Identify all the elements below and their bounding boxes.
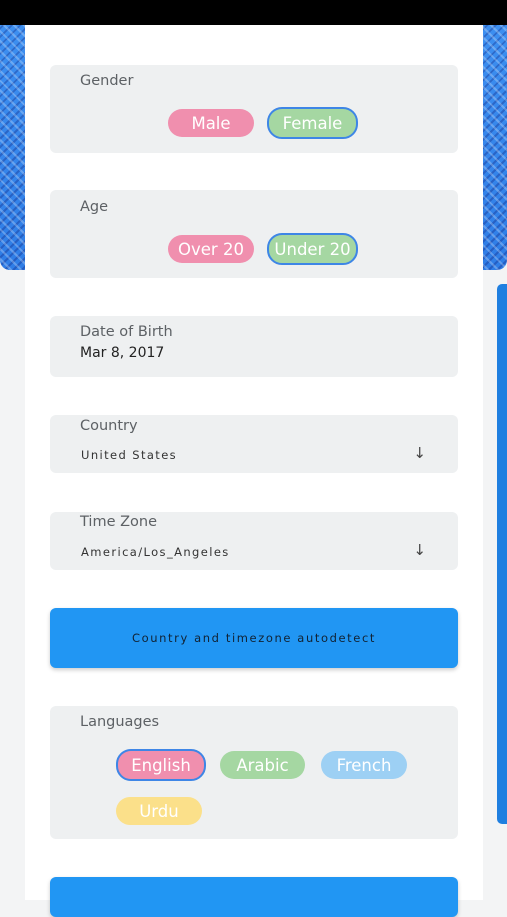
next-button[interactable]	[50, 877, 458, 917]
scrollbar[interactable]	[497, 284, 507, 824]
country-value: United States	[81, 448, 178, 462]
gender-section: Gender Male Female	[50, 65, 458, 153]
age-section: Age Over 20 Under 20	[50, 190, 458, 278]
country-select[interactable]: Country United States ↓	[50, 415, 458, 473]
timezone-label: Time Zone	[80, 514, 158, 530]
arrow-down-icon: ↓	[413, 444, 426, 462]
date-of-birth-field[interactable]: Date of Birth Mar 8, 2017	[50, 316, 458, 377]
language-chip-arabic[interactable]: Arabic	[220, 751, 305, 779]
language-chip-english[interactable]: English	[116, 749, 206, 781]
age-label: Age	[80, 199, 109, 215]
age-chip-under-20[interactable]: Under 20	[267, 233, 358, 265]
arrow-down-icon: ↓	[413, 541, 426, 559]
gender-chip-male[interactable]: Male	[168, 109, 254, 137]
dob-value: Mar 8, 2017	[80, 345, 165, 361]
gender-chip-female[interactable]: Female	[267, 107, 358, 139]
languages-label: Languages	[80, 714, 160, 730]
country-label: Country	[80, 418, 138, 434]
status-bar	[0, 0, 507, 25]
autodetect-button[interactable]: Country and timezone autodetect	[50, 608, 458, 668]
language-chip-french[interactable]: French	[321, 751, 407, 779]
timezone-value: America/Los_Angeles	[81, 545, 230, 559]
age-chip-over-20[interactable]: Over 20	[168, 235, 254, 263]
timezone-select[interactable]: Time Zone America/Los_Angeles ↓	[50, 512, 458, 570]
languages-section: Languages English Arabic French Urdu	[50, 706, 458, 839]
dob-label: Date of Birth	[80, 324, 173, 340]
language-chip-urdu[interactable]: Urdu	[116, 797, 202, 825]
gender-label: Gender	[80, 73, 134, 89]
